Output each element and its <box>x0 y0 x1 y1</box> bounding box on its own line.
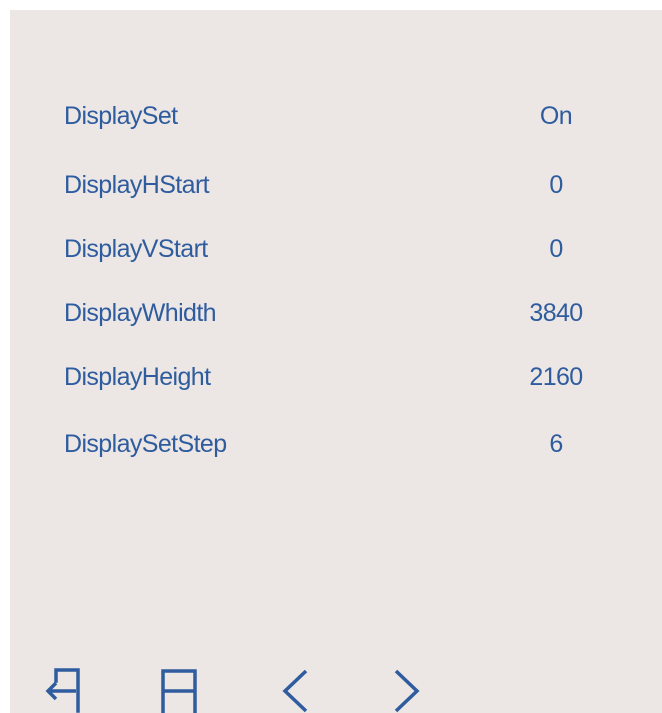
display-hstart-value[interactable]: 0 <box>486 155 626 215</box>
display-width-value[interactable]: 3840 <box>486 283 626 343</box>
chevron-right-icon <box>394 669 420 713</box>
display-settings-screen: DisplaySet On DisplayHStart 0 DisplayVSt… <box>10 10 662 713</box>
menu-row-display-height[interactable]: DisplayHeight 2160 <box>10 347 662 407</box>
display-set-value[interactable]: On <box>486 86 626 146</box>
next-button[interactable] <box>382 668 430 713</box>
exit-button[interactable] <box>42 668 90 713</box>
display-vstart-value[interactable]: 0 <box>486 219 626 279</box>
display-set-step-label: DisplaySetStep <box>64 430 227 458</box>
bottom-nav-bar <box>10 660 662 713</box>
exit-icon <box>45 668 80 713</box>
menu-row-display-hstart[interactable]: DisplayHStart 0 <box>10 155 662 215</box>
menu-row-display-set[interactable]: DisplaySet On <box>10 86 662 146</box>
display-vstart-label: DisplayVStart <box>64 235 208 263</box>
menu-row-display-vstart[interactable]: DisplayVStart 0 <box>10 219 662 279</box>
previous-button[interactable] <box>273 668 321 713</box>
save-button[interactable] <box>156 668 204 713</box>
menu-row-display-set-step[interactable]: DisplaySetStep 6 <box>10 414 662 474</box>
display-set-step-value[interactable]: 6 <box>486 414 626 474</box>
display-set-label: DisplaySet <box>64 102 178 130</box>
display-width-label: DisplayWhidth <box>64 299 217 327</box>
display-hstart-label: DisplayHStart <box>64 171 210 199</box>
display-height-value[interactable]: 2160 <box>486 347 626 407</box>
menu-row-display-width[interactable]: DisplayWhidth 3840 <box>10 283 662 343</box>
display-height-label: DisplayHeight <box>64 363 211 391</box>
save-icon <box>161 669 197 713</box>
chevron-left-icon <box>282 669 308 713</box>
